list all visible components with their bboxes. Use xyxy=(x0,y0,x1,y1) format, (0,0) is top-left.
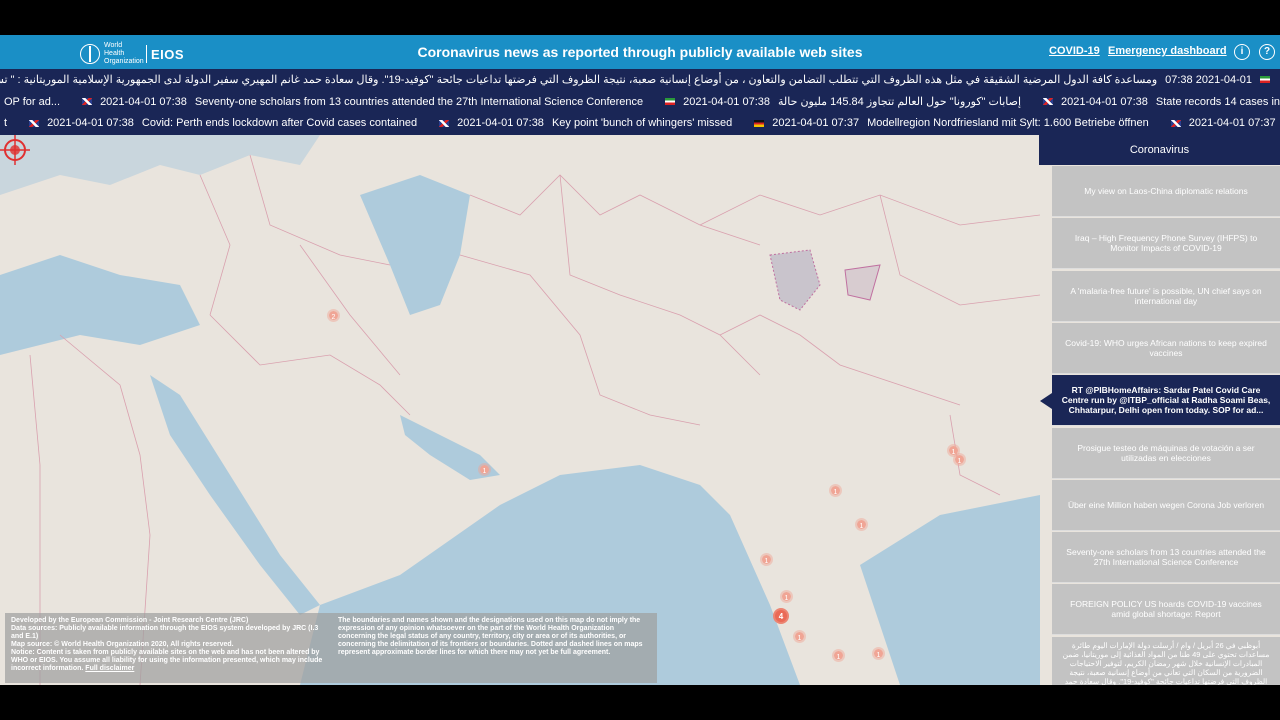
news-cluster-marker[interactable]: 1 xyxy=(829,484,842,497)
ticker-headline: Covid: Perth ends lockdown after Covid c… xyxy=(141,117,418,129)
news-ticker-2[interactable]: OP for ad... 2021-04-01 07:38 Seventy-one … xyxy=(0,91,1280,113)
news-map[interactable]: 2 1 1 1 1 1 1 1 4 1 1 1 Developed by the… xyxy=(0,135,1280,685)
ticker-news-item[interactable]: t xyxy=(4,117,7,129)
ticker-timestamp: 2021-04-01 07:37 xyxy=(1188,117,1276,129)
ticker-timestamp: 2021-04-01 07:38 xyxy=(457,117,544,129)
disclaimer-developer: Developed by the European Commission - J… xyxy=(11,617,249,624)
ticker-timestamp: 2021-04-01 07:38 xyxy=(47,117,134,129)
ticker-headline: OP for ad... xyxy=(4,95,61,108)
ticker-news-item[interactable]: 2021-04-01 07:38 Covid: Perth ends lockdo… xyxy=(29,117,417,129)
ticker-news-item[interactable]: 2021-04-01 07:38 إصابات "كورونا" حول العا… xyxy=(665,95,1021,108)
ticker-headline: Key point 'bunch of whingers' missed xyxy=(551,117,733,129)
news-cluster-marker[interactable]: 1 xyxy=(780,590,793,603)
selected-location-target-icon[interactable] xyxy=(0,135,30,165)
ticker-news-item[interactable]: OP for ad... xyxy=(4,95,60,108)
disclaimer-boundaries: The boundaries and names shown and the d… xyxy=(338,617,643,656)
news-cluster-marker[interactable]: 2 xyxy=(327,309,340,322)
ticker-news-item[interactable]: 2021-04-01 07:37The L xyxy=(1170,117,1280,129)
disclaimer-sources: Data sources: Publicly available informa… xyxy=(11,625,319,640)
sidebar-news-item[interactable]: Covid-19: WHO urges African nations to k… xyxy=(1052,322,1280,374)
country-flag-icon xyxy=(1170,119,1181,127)
map-disclaimer: Developed by the European Commission - J… xyxy=(5,613,657,683)
map-basemap xyxy=(0,135,1040,685)
sidebar-news-item[interactable]: My view on Laos-China diplomatic relatio… xyxy=(1052,166,1280,217)
sidebar-news-item[interactable]: FOREIGN POLICY US hoards COVID-19 vaccin… xyxy=(1052,584,1280,636)
nav-link-covid19[interactable]: COVID-19 xyxy=(1049,45,1100,57)
ticker-timestamp: 2021-04-01 07:38 xyxy=(683,95,770,108)
ticker-headline: ومساعدة كافة الدول المرضية الشقيقة في مث… xyxy=(0,74,1158,86)
news-cluster-marker[interactable]: 1 xyxy=(855,518,868,531)
news-ticker-1[interactable]: 2021-04-01 07:38 ومساعدة كافة الدول المرض… xyxy=(0,69,1280,91)
ticker-news-item[interactable]: 2021-04-01 07:37 Modellregion Nordfriesla… xyxy=(754,117,1149,129)
sidebar-title: Coronavirus xyxy=(1039,135,1280,165)
ticker-timestamp: 2021-04-01 07:38 xyxy=(1165,73,1252,86)
news-cluster-marker[interactable]: 1 xyxy=(953,453,966,466)
disclaimer-credits: Developed by the European Commission - J… xyxy=(11,617,324,679)
sidebar-news-item[interactable]: أبوظبي في 26 أبريل / وام / أرسلت دولة ال… xyxy=(1052,636,1280,685)
ticker-timestamp: 2021-04-01 07:37 xyxy=(772,117,860,129)
ticker-news-item[interactable]: 2021-04-01 07:38 Seventy-one scholars fro… xyxy=(82,95,643,108)
ticker-news-item[interactable]: 2021-04-01 07:38 State records 14 cases i… xyxy=(1043,95,1280,108)
ticker-news-item[interactable]: 2021-04-01 07:38 Key point 'bunch of whin… xyxy=(439,117,732,129)
news-sidebar: Coronavirus My view on Laos-China diplom… xyxy=(1039,135,1280,685)
country-flag-icon xyxy=(665,98,676,105)
ticker-timestamp: 2021-04-01 07:38 xyxy=(1061,95,1148,108)
sidebar-news-item[interactable]: Seventy-one scholars from 13 countries a… xyxy=(1052,532,1280,584)
full-disclaimer-link[interactable]: Full disclaimer xyxy=(85,665,134,672)
news-ticker-3[interactable]: t 2021-04-01 07:38 Covid: Perth ends lockd… xyxy=(0,113,1280,135)
country-flag-icon xyxy=(82,98,93,105)
sidebar-news-item[interactable]: A 'malaria-free future' is possible, UN … xyxy=(1052,270,1280,322)
news-cluster-marker[interactable]: 1 xyxy=(478,463,491,476)
disclaimer-notice: Notice: Content is taken from publicly a… xyxy=(11,649,323,672)
ticker-headline: t xyxy=(4,117,8,129)
ticker-headline: State records 14 cases in hotel quaranti xyxy=(1155,95,1280,108)
sidebar-news-item[interactable]: Über eine Million haben wegen Corona Job… xyxy=(1052,479,1280,531)
ticker-timestamp: 2021-04-01 07:38 xyxy=(100,95,187,108)
news-cluster-marker[interactable]: 4 xyxy=(773,608,789,624)
sidebar-news-item[interactable]: Iraq – High Frequency Phone Survey (IHFP… xyxy=(1052,218,1280,270)
sidebar-news-item[interactable]: RT @PIBHomeAffairs: Sardar Patel Covid C… xyxy=(1040,375,1280,427)
news-cluster-marker[interactable]: 1 xyxy=(760,553,773,566)
ticker-news-item[interactable]: 2021-04-01 07:38 ومساعدة كافة الدول المرض… xyxy=(0,73,1270,86)
ticker-headline: إصابات "كورونا" حول العالم تتجاوز 145.84… xyxy=(778,96,1022,108)
ticker-headline: Seventy-one scholars from 13 countries a… xyxy=(194,95,644,108)
news-cluster-marker[interactable]: 1 xyxy=(793,630,806,643)
sidebar-news-item[interactable]: Prosigue testeo de máquinas de votación … xyxy=(1052,427,1280,479)
country-flag-icon xyxy=(754,119,765,127)
disclaimer-map-source: Map source: © World Health Organization … xyxy=(11,641,234,648)
info-icon[interactable]: i xyxy=(1234,44,1250,60)
ticker-headline: Modellregion Nordfriesland mit Sylt: 1.6… xyxy=(867,117,1149,129)
nav-link-emergency-dashboard[interactable]: Emergency dashboard xyxy=(1108,45,1227,57)
app-header: World Health Organization EIOS Coronavir… xyxy=(0,35,1280,69)
country-flag-icon xyxy=(29,119,40,127)
help-icon[interactable]: ? xyxy=(1259,44,1275,60)
country-flag-icon xyxy=(1260,76,1270,83)
country-flag-icon xyxy=(439,119,450,127)
news-cluster-marker[interactable]: 1 xyxy=(872,647,885,660)
news-cluster-marker[interactable]: 1 xyxy=(832,649,845,662)
country-flag-icon xyxy=(1043,98,1054,105)
